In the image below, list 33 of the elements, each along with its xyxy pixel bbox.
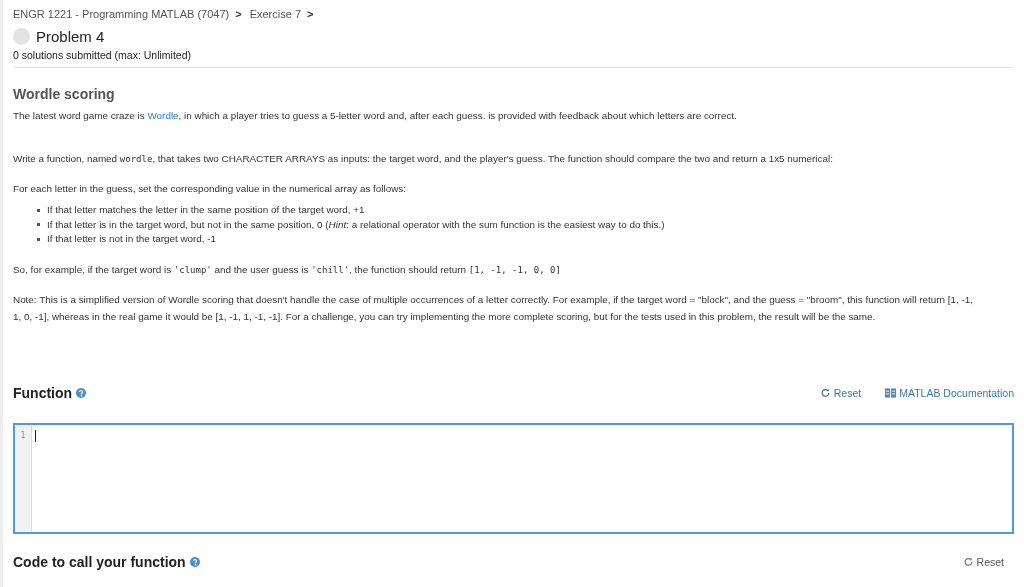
paragraph: So, for example, if the target word is 'clump' and the user guess is 'chill', the function should return [1, -1, -1, 0, 0] (13, 262, 562, 277)
paragraph: Note: This is a simplified version of Wordle scoring that doesn't handle the case of multiple occurrences of a letter correctly. For example, if the target word = "block", and the guess = "broom", this function will return [1, -1, 1, 0, -1], whereas in the real game it would be [1, -1, 1, -1, -1]. For a challenge, you can try implementing the more complete scoring, but for the tests used in this problem, the result will be the same. (13, 292, 974, 324)
chevron-icon: > (307, 8, 314, 20)
reset-button[interactable]: Reset (962, 555, 1004, 568)
bullet-icon (37, 237, 40, 241)
problem-title: Problem 4 (36, 28, 105, 45)
problem-heading: Wordle scoring (13, 86, 116, 102)
help-icon[interactable] (189, 556, 200, 567)
list-item-text: If that letter matches the letter in the same position of the target word, +1 (47, 203, 365, 217)
paragraph: Write a function, named wordle, that takes two CHARACTER ARRAYS as inputs: the target word, and the player's guess. The function should compare the two and return a 1x5 numerical: (13, 152, 834, 166)
paragraph: For each letter in the guess, set the corresponding value in the numerical array as follows: (13, 182, 407, 196)
wordle-link[interactable]: Wordle (147, 110, 179, 121)
breadcrumb-link[interactable]: ENGR 1221 - Programming MATLAB (7047) (13, 8, 230, 20)
reset-button[interactable]: Reset (819, 386, 862, 399)
section-heading: Code to call your function (13, 553, 186, 570)
text-cursor (35, 429, 36, 442)
reset-icon (962, 556, 974, 567)
section-heading: Function (13, 384, 73, 401)
line-number: 1 (20, 430, 26, 440)
paragraph: The latest word game craze is Wordle, in which a player tries to guess a 5-letter word and, after each guess. is provided with feedback about which letters are correct. (13, 109, 738, 123)
bullet-icon (37, 208, 40, 212)
documentation-link[interactable]: MATLAB Documentation (885, 386, 1014, 399)
list-item-text: If that letter is not in the target word, -1 (47, 232, 217, 246)
breadcrumb-link[interactable]: Exercise 7 (249, 8, 301, 20)
code-editor[interactable]: 1 (13, 422, 1014, 534)
bullet-icon (37, 223, 40, 227)
chevron-icon: > (235, 8, 242, 20)
submission-count: 0 solutions submitted (max: Unlimited) (13, 49, 192, 61)
list-item-text: If that letter is in the target word, but not in the same position, 0 (Hint: a relational operator with the sum function is the easiest way to do this.) (47, 217, 665, 232)
status-circle-icon (13, 28, 30, 45)
book-icon (885, 387, 897, 398)
help-icon[interactable] (76, 387, 87, 398)
reset-icon (819, 387, 831, 398)
